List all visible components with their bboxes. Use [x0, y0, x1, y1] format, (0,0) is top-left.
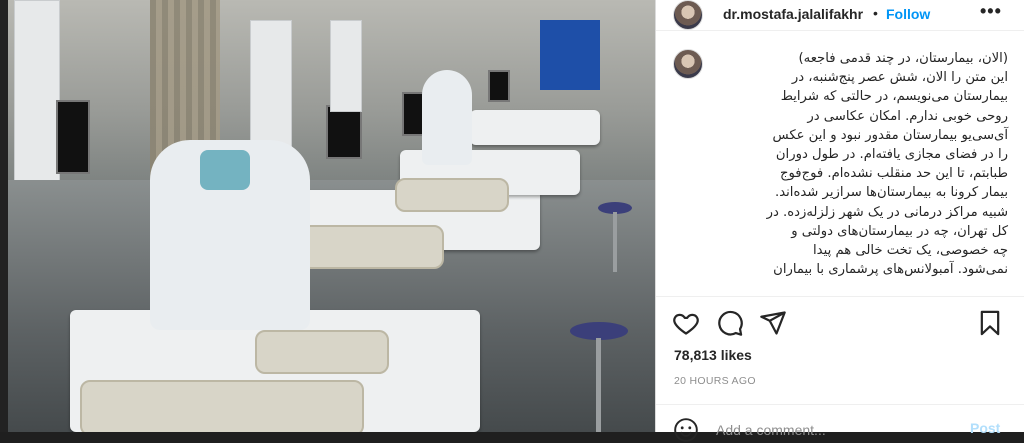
post-image[interactable]	[0, 0, 655, 432]
caption-line: این متن را الان، شش عصر پنج‌شنبه، در	[791, 70, 1008, 86]
photo-bed	[470, 110, 600, 145]
photo-bed-rail	[80, 380, 364, 432]
author-avatar[interactable]	[673, 0, 703, 30]
caption-area: (الان، بیمارستان، در چند قدمی فاجعه) این…	[656, 40, 1024, 296]
heart-icon[interactable]	[672, 309, 700, 337]
bookmark-icon[interactable]	[976, 309, 1004, 337]
post-sidebar: dr.mostafa.jalalifakhr • Follow ••• (الا…	[655, 0, 1024, 442]
post-header: dr.mostafa.jalalifakhr • Follow •••	[656, 0, 1024, 31]
photo-stool-pole	[613, 212, 617, 272]
header-separator: •	[873, 5, 878, 21]
caption-line: نمی‌شود. آمبولانس‌های پرشماری با بیماران	[773, 262, 1008, 278]
photo-stool-pole	[596, 338, 601, 432]
photo-monitor	[326, 105, 362, 159]
caption-line: (الان، بیمارستان، در چند قدمی فاجعه)	[798, 51, 1008, 66]
photo-bed-rail	[300, 225, 444, 269]
share-icon[interactable]	[759, 309, 787, 337]
caption-line: کل تهران، چه در بیمارستان‌های دولتی و	[791, 223, 1008, 239]
photo-equipment	[330, 20, 362, 112]
emoji-icon[interactable]	[673, 417, 699, 443]
photo-face-shield	[200, 150, 250, 190]
follow-button[interactable]: Follow	[886, 6, 930, 22]
caption-line: روحی خوبی ندارم. امکان عکاسی در	[807, 108, 1008, 124]
caption-line: بیمارستان می‌نویسم، در حالتی که شرایط	[780, 89, 1008, 105]
photo-monitor	[488, 70, 510, 102]
caption-author-avatar[interactable]	[673, 49, 703, 79]
photo-health-worker	[422, 70, 472, 165]
photo-bed-rail	[255, 330, 389, 374]
caption-line: طبابتم، تا این حد منقلب نشده‌ام. فوج‌فوج	[779, 166, 1008, 182]
more-options-icon[interactable]: •••	[980, 1, 1002, 22]
post-timestamp[interactable]: 20 HOURS AGO	[674, 375, 756, 387]
author-username[interactable]: dr.mostafa.jalalifakhr	[723, 6, 863, 22]
photo-bed-rail	[395, 178, 509, 212]
action-bar	[656, 305, 1024, 341]
caption-line: آی‌سی‌یو بیمارستان مقدور نبود و این عکس	[772, 127, 1009, 143]
caption-line: شبیه مراکز درمانی در یک شهر زلزله‌زده. د…	[766, 204, 1008, 220]
caption-line: بیمار کرونا به بیمارستان‌ها سرازیر شده‌ا…	[775, 185, 1008, 201]
caption-line: چه خصوصی، یک تخت خالی هم پیدا	[813, 243, 1008, 259]
like-count[interactable]: 78,813 likes	[674, 347, 752, 363]
comment-icon[interactable]	[716, 309, 744, 337]
photo-edge	[0, 0, 8, 432]
post-comment-button[interactable]: Post	[970, 420, 1000, 436]
photo-door	[540, 20, 600, 90]
photo-monitor	[56, 100, 90, 174]
comment-input[interactable]	[716, 419, 956, 441]
post-caption: (الان، بیمارستان، در چند قدمی فاجعه) این…	[716, 49, 1008, 279]
divider	[656, 296, 1024, 297]
comment-form: Post	[656, 405, 1024, 442]
caption-line: را در فضای مجازی یافته‌ام. در طول دوران	[775, 147, 1008, 163]
